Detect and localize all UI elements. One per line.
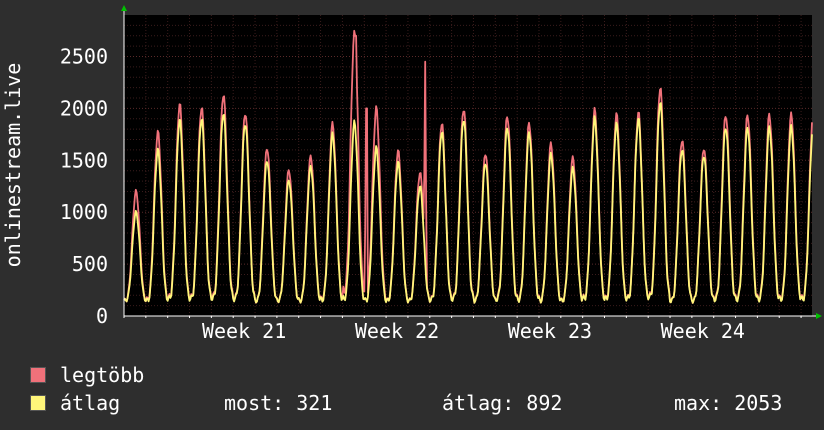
legend-swatch-max bbox=[30, 367, 46, 383]
x-tick-label: Week 23 bbox=[508, 319, 592, 343]
legend-label-max: legtöbb bbox=[60, 363, 145, 387]
stat-max: max: 2053 bbox=[674, 391, 783, 415]
x-tick-label: Week 22 bbox=[355, 319, 439, 343]
y-axis-arrow-icon bbox=[121, 5, 127, 11]
y-tick-label: 1000 bbox=[60, 200, 108, 224]
y-tick-label: 0 bbox=[96, 304, 108, 328]
legend-item-max: legtöbb bbox=[30, 362, 144, 388]
stat-now: most: 321 bbox=[224, 391, 333, 415]
legend: legtöbb átlag most: 321 átlag: 892 max: … bbox=[30, 362, 820, 422]
x-tick-label: Week 24 bbox=[661, 319, 745, 343]
legend-item-avg: átlag bbox=[30, 390, 120, 416]
stat-avg: átlag: 892 bbox=[442, 391, 563, 415]
legend-swatch-avg bbox=[30, 395, 46, 411]
y-tick-label: 500 bbox=[72, 252, 108, 276]
y-axis-label: onlinestream.live bbox=[1, 63, 25, 268]
x-axis-arrow-icon bbox=[816, 313, 822, 319]
y-tick-label: 1500 bbox=[60, 148, 108, 172]
y-tick-label: 2500 bbox=[60, 45, 108, 69]
legend-label-avg: átlag bbox=[60, 391, 121, 415]
y-tick-label: 2000 bbox=[60, 96, 108, 120]
x-tick-label: Week 21 bbox=[202, 319, 286, 343]
